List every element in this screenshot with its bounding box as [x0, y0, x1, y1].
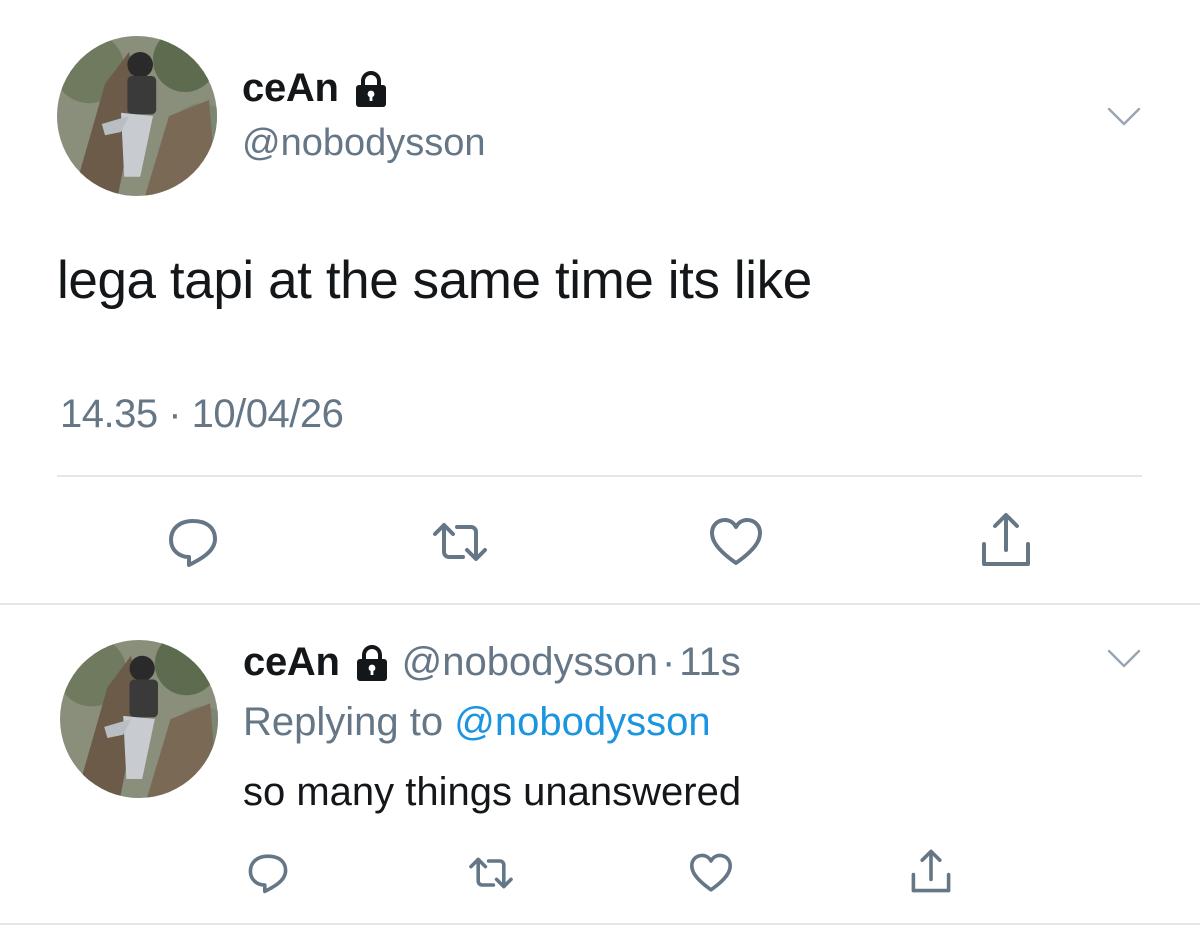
- comment-bubble-icon: [248, 854, 288, 894]
- share-button[interactable]: [906, 848, 956, 898]
- lock-icon: [352, 643, 392, 683]
- like-button[interactable]: [686, 848, 736, 898]
- divider: [57, 475, 1142, 477]
- retweet-button[interactable]: [430, 512, 490, 572]
- comment-bubble-icon: [169, 519, 217, 567]
- reply-separator: ·: [661, 640, 676, 684]
- replying-prefix: Replying to: [243, 700, 444, 744]
- replying-mention-link[interactable]: @nobodysson: [454, 700, 710, 744]
- bottom-separator: [0, 923, 1200, 925]
- reply-button[interactable]: [163, 512, 223, 572]
- reply-display-name[interactable]: ceAn: [243, 640, 340, 685]
- heart-icon: [710, 518, 762, 565]
- chevron-down-icon[interactable]: [1107, 648, 1141, 670]
- user-handle[interactable]: @nobodysson: [242, 122, 486, 165]
- chevron-down-icon[interactable]: [1107, 106, 1141, 128]
- heart-icon: [690, 853, 732, 892]
- reply-header: ceAn @nobodysson · 11s: [243, 640, 741, 685]
- display-name-text[interactable]: ceAn: [242, 66, 339, 111]
- tweet-timestamp[interactable]: 14.35 · 10/04/26: [60, 392, 344, 437]
- reply-text: so many things unanswered: [243, 770, 742, 814]
- share-icon: [911, 849, 951, 893]
- tweet-separator: [0, 603, 1200, 605]
- retweet-button[interactable]: [466, 848, 516, 898]
- retweet-icon: [469, 857, 513, 889]
- main-avatar[interactable]: [57, 36, 217, 196]
- share-button[interactable]: [976, 512, 1036, 572]
- reply-button[interactable]: [243, 848, 293, 898]
- like-button[interactable]: [706, 512, 766, 572]
- replying-to: Replying to @nobodysson: [243, 700, 711, 745]
- lock-icon: [351, 69, 391, 109]
- reply-avatar[interactable]: [60, 640, 218, 798]
- share-icon: [982, 513, 1030, 566]
- retweet-icon: [433, 523, 487, 561]
- reply-time[interactable]: 11s: [679, 640, 741, 685]
- reply-handle[interactable]: @nobodysson: [402, 640, 658, 685]
- display-name[interactable]: ceAn: [242, 66, 391, 111]
- tweet-text: lega tapi at the same time its like: [57, 251, 812, 310]
